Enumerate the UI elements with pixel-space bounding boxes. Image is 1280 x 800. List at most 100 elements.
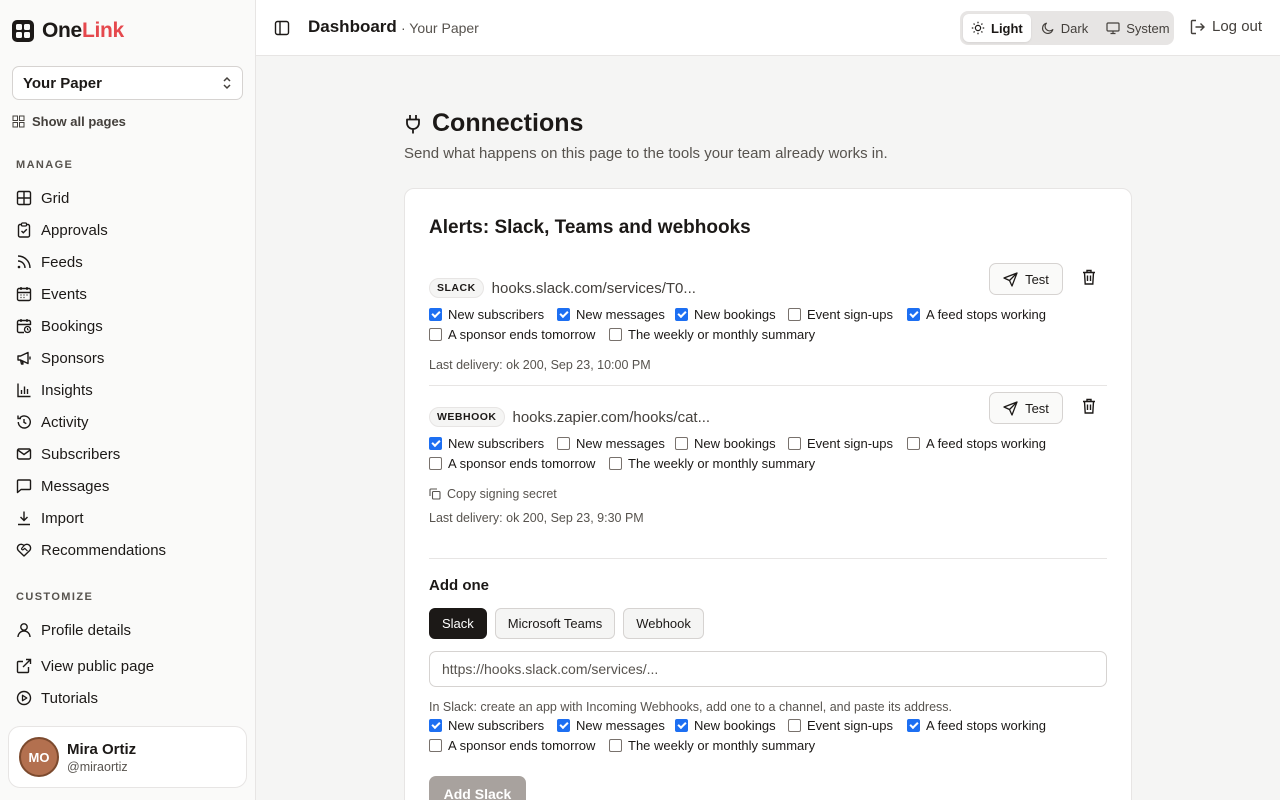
event-checkbox[interactable]: New bookings: [675, 436, 776, 451]
checkbox-unchecked[interactable]: [557, 436, 570, 450]
last-delivery-text: Last delivery: ok 200, Sep 23, 9:30 PM: [429, 511, 644, 525]
show-all-pages-link[interactable]: Show all pages: [12, 114, 126, 129]
checkbox-unchecked[interactable]: [609, 456, 622, 470]
checkbox-checked[interactable]: [907, 718, 920, 732]
checkbox-unchecked[interactable]: [429, 738, 442, 752]
test-label: Test: [1025, 400, 1049, 416]
user-handle: @miraortiz: [67, 759, 128, 774]
add-section-title: Add one: [429, 577, 489, 594]
event-checkbox[interactable]: A feed stops working: [907, 307, 1046, 322]
sidebar-item-approvals[interactable]: Approvals: [16, 219, 108, 241]
event-checkbox[interactable]: Event sign-ups: [788, 307, 893, 322]
last-delivery-text: Last delivery: ok 200, Sep 23, 10:00 PM: [429, 358, 651, 372]
test-button[interactable]: Test: [989, 392, 1063, 424]
add-slack-button[interactable]: Add Slack: [429, 776, 526, 800]
trash-icon: [1083, 269, 1095, 285]
checkbox-unchecked[interactable]: [429, 456, 442, 470]
theme-system-label: System: [1126, 20, 1170, 36]
tab-slack[interactable]: Slack: [429, 608, 487, 639]
event-checkbox[interactable]: A feed stops working: [907, 718, 1046, 733]
checkbox-unchecked[interactable]: [788, 307, 801, 321]
copy-signing-secret-button[interactable]: Copy signing secret: [429, 487, 557, 501]
event-checkbox-label: The weekly or monthly summary: [628, 455, 816, 471]
event-checkbox[interactable]: New subscribers: [429, 718, 544, 733]
checkbox-unchecked[interactable]: [788, 718, 801, 732]
customize-section-label: CUSTOMIZE: [16, 591, 94, 603]
brand-logo[interactable]: OneLink: [12, 19, 124, 43]
sidebar-item-insights[interactable]: Insights: [16, 379, 93, 401]
delete-button[interactable]: [1082, 398, 1096, 419]
page-select[interactable]: Your Paper: [12, 66, 243, 100]
checkbox-checked[interactable]: [429, 718, 442, 732]
theme-light-button[interactable]: Light: [963, 14, 1031, 42]
user-card[interactable]: MO Mira Ortiz @miraortiz: [8, 726, 247, 788]
page-subtitle: · Your Paper: [401, 20, 479, 36]
alerts-card: Alerts: Slack, Teams and webhooks SLACK …: [404, 188, 1132, 800]
event-checkbox[interactable]: New subscribers: [429, 307, 544, 322]
event-checkbox[interactable]: New messages: [557, 307, 665, 322]
event-checkbox[interactable]: A sponsor ends tomorrow: [429, 738, 595, 753]
sidebar-item-profile-details[interactable]: Profile details: [16, 619, 131, 641]
checkbox-checked[interactable]: [907, 307, 920, 321]
history-icon: [17, 415, 31, 429]
copy-icon: [429, 488, 441, 500]
theme-system-button[interactable]: System: [1098, 14, 1177, 42]
event-checkbox[interactable]: A sponsor ends tomorrow: [429, 327, 595, 342]
event-checkbox[interactable]: New subscribers: [429, 436, 544, 451]
event-checkbox-label: Event sign-ups: [807, 435, 893, 451]
divider: [429, 385, 1107, 386]
checkbox-unchecked[interactable]: [609, 327, 622, 341]
event-checkbox[interactable]: A feed stops working: [907, 436, 1046, 451]
event-checkbox-label: Event sign-ups: [807, 306, 893, 322]
checkbox-unchecked[interactable]: [609, 738, 622, 752]
sidebar-item-activity[interactable]: Activity: [16, 411, 89, 433]
event-checkbox[interactable]: New bookings: [675, 718, 776, 733]
checkbox-checked[interactable]: [675, 718, 688, 732]
sidebar-item-events[interactable]: Events: [16, 283, 87, 305]
event-checkbox[interactable]: New bookings: [675, 307, 776, 322]
download-icon: [18, 511, 30, 526]
checkbox-checked[interactable]: [429, 307, 442, 321]
checkbox-checked[interactable]: [675, 307, 688, 321]
sidebar-item-grid[interactable]: Grid: [16, 187, 69, 209]
webhook-url-input[interactable]: [429, 651, 1107, 687]
event-checkbox[interactable]: New messages: [557, 436, 665, 451]
test-button[interactable]: Test: [989, 263, 1063, 295]
sidebar-item-feeds[interactable]: Feeds: [16, 251, 83, 273]
sidebar-item-recommendations[interactable]: Recommendations: [16, 539, 166, 561]
sidebar-item-tutorials[interactable]: Tutorials: [16, 687, 98, 709]
event-checkbox-label: Event sign-ups: [807, 717, 893, 733]
sidebar-item-label: Events: [41, 285, 87, 303]
connection-kind-badge: WEBHOOK: [429, 407, 505, 427]
sidebar-item-label: Recommendations: [41, 541, 167, 559]
event-checkbox[interactable]: Event sign-ups: [788, 436, 893, 451]
theme-dark-button[interactable]: Dark: [1033, 14, 1096, 42]
event-checkbox[interactable]: Event sign-ups: [788, 718, 893, 733]
checkbox-unchecked[interactable]: [429, 327, 442, 341]
event-checkbox[interactable]: The weekly or monthly summary: [609, 456, 815, 471]
sidebar-item-sponsors[interactable]: Sponsors: [16, 347, 104, 369]
checkbox-unchecked[interactable]: [788, 436, 801, 450]
sidebar-item-label: Profile details: [41, 621, 132, 639]
brand-name-part2: Link: [81, 19, 124, 42]
sidebar-item-view-public-page[interactable]: View public page: [16, 655, 154, 677]
sidebar-item-subscribers[interactable]: Subscribers: [16, 443, 120, 465]
sidebar-item-bookings[interactable]: Bookings: [16, 315, 103, 337]
event-checkbox[interactable]: The weekly or monthly summary: [609, 327, 815, 342]
send-icon: [1003, 271, 1018, 287]
checkbox-checked[interactable]: [557, 718, 570, 732]
sidebar-toggle-button[interactable]: [274, 20, 290, 41]
sidebar-item-messages[interactable]: Messages: [16, 475, 109, 497]
sidebar-item-import[interactable]: Import: [16, 507, 84, 529]
delete-button[interactable]: [1082, 269, 1096, 290]
event-checkbox[interactable]: New messages: [557, 718, 665, 733]
event-checkbox[interactable]: A sponsor ends tomorrow: [429, 456, 595, 471]
checkbox-checked[interactable]: [429, 436, 442, 450]
logout-button[interactable]: Log out: [1190, 18, 1262, 35]
checkbox-unchecked[interactable]: [675, 436, 688, 450]
event-checkbox[interactable]: The weekly or monthly summary: [609, 738, 815, 753]
tab-webhook[interactable]: Webhook: [623, 608, 704, 639]
tab-microsoft-teams[interactable]: Microsoft Teams: [494, 608, 616, 639]
checkbox-checked[interactable]: [557, 307, 570, 321]
checkbox-unchecked[interactable]: [907, 436, 920, 450]
